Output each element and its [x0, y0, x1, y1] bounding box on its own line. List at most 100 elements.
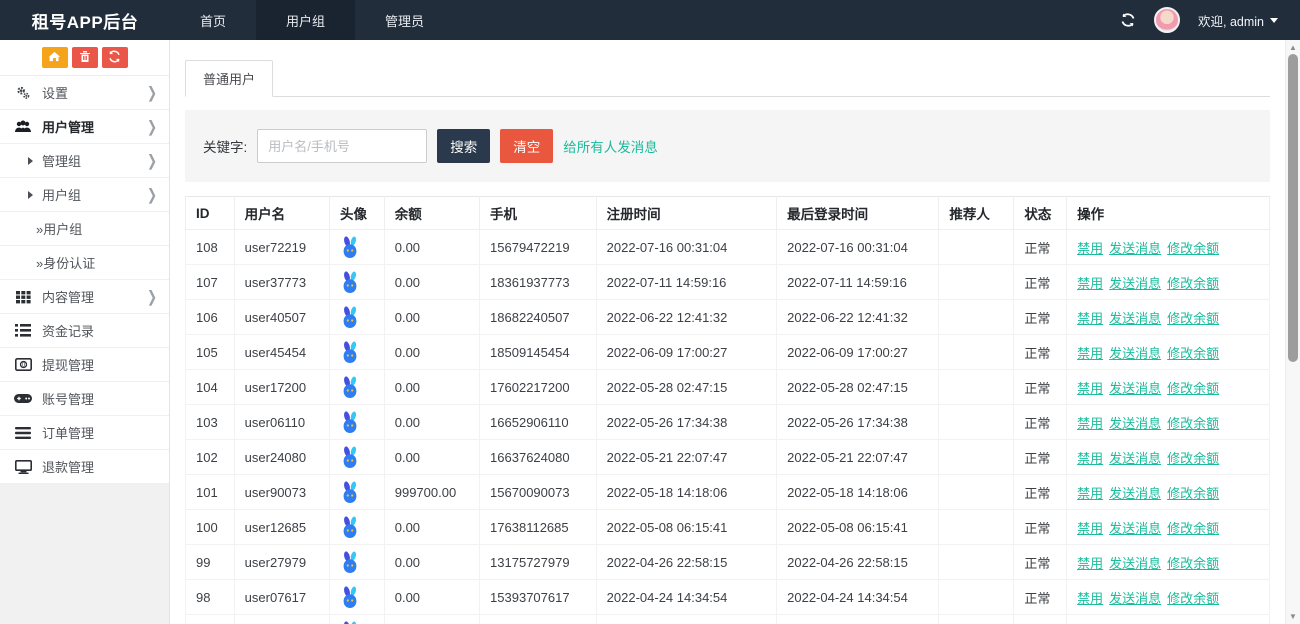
- tab-normal-users[interactable]: 普通用户: [185, 60, 273, 97]
- send-message-link[interactable]: 发送消息: [1109, 486, 1161, 501]
- cell-balance: [384, 615, 479, 624]
- edit-balance-link[interactable]: 修改余额: [1167, 521, 1219, 536]
- sidebar-item-3[interactable]: 用户组❯: [0, 178, 169, 212]
- cell-last_login: 2022-05-18 14:18:06: [777, 475, 939, 510]
- disable-link[interactable]: 禁用: [1077, 416, 1103, 431]
- broadcast-all-link[interactable]: 给所有人发消息: [563, 136, 658, 156]
- clear-button[interactable]: 清空: [500, 129, 553, 163]
- cell-status: 正常: [1014, 475, 1067, 510]
- cell-id: 100: [186, 510, 235, 545]
- search-panel: 关键字: 搜索 清空 给所有人发消息: [185, 110, 1270, 182]
- keyword-input[interactable]: [257, 129, 427, 163]
- send-message-link[interactable]: 发送消息: [1109, 381, 1161, 396]
- recycle-button[interactable]: [102, 47, 128, 68]
- sidebar-item-1[interactable]: 用户管理❯: [0, 110, 169, 144]
- disable-link[interactable]: 禁用: [1077, 381, 1103, 396]
- rabbit-avatar-icon: [340, 236, 374, 259]
- sidebar-item-label: »用户组: [36, 219, 82, 238]
- sidebar-item-label: 用户组: [42, 185, 81, 204]
- refresh-icon[interactable]: [1120, 12, 1136, 28]
- sidebar-item-7[interactable]: 资金记录: [0, 314, 169, 348]
- cell-status: 正常: [1014, 440, 1067, 475]
- cell-avatar: [329, 615, 384, 624]
- scroll-up-icon[interactable]: ▲: [1289, 43, 1297, 52]
- disable-link[interactable]: 禁用: [1077, 486, 1103, 501]
- disable-link[interactable]: 禁用: [1077, 346, 1103, 361]
- nav-tab-home[interactable]: 首页: [170, 0, 256, 40]
- edit-balance-link[interactable]: 修改余额: [1167, 241, 1219, 256]
- send-message-link[interactable]: 发送消息: [1109, 276, 1161, 291]
- disable-link[interactable]: 禁用: [1077, 451, 1103, 466]
- send-message-link[interactable]: 发送消息: [1109, 311, 1161, 326]
- disable-link[interactable]: 禁用: [1077, 556, 1103, 571]
- table-row: 108user722190.00156794722192022-07-16 00…: [186, 230, 1270, 265]
- send-message-link[interactable]: 发送消息: [1109, 416, 1161, 431]
- cell-username: user90073: [234, 475, 329, 510]
- edit-balance-link[interactable]: 修改余额: [1167, 381, 1219, 396]
- send-message-link[interactable]: 发送消息: [1109, 591, 1161, 606]
- nav-tab-usergroup[interactable]: 用户组: [256, 0, 355, 40]
- scrollbar-thumb[interactable]: [1288, 54, 1298, 362]
- cell-avatar: [329, 335, 384, 370]
- edit-balance-link[interactable]: 修改余额: [1167, 276, 1219, 291]
- sidebar-item-10[interactable]: 订单管理: [0, 416, 169, 450]
- home-button[interactable]: [42, 47, 68, 68]
- sidebar-menu: 设置❯用户管理❯管理组❯用户组❯»用户组»身份认证内容管理❯资金记录0提现管理账…: [0, 76, 169, 484]
- scroll-down-icon[interactable]: ▼: [1289, 612, 1297, 621]
- edit-balance-link[interactable]: 修改余额: [1167, 591, 1219, 606]
- cell-username: [234, 615, 329, 624]
- sidebar-item-8[interactable]: 0提现管理: [0, 348, 169, 382]
- header-phone: 手机: [480, 197, 597, 230]
- edit-balance-link[interactable]: 修改余额: [1167, 486, 1219, 501]
- nav-tab-admin[interactable]: 管理员: [355, 0, 454, 40]
- rabbit-avatar-icon: [340, 341, 374, 364]
- send-message-link[interactable]: 发送消息: [1109, 521, 1161, 536]
- sidebar-item-label: 提现管理: [42, 355, 94, 374]
- rabbit-avatar-icon: [340, 586, 374, 609]
- chevron-right-icon: ❯: [147, 83, 157, 101]
- disable-link[interactable]: 禁用: [1077, 241, 1103, 256]
- cell-actions: 禁用发送消息修改余额: [1067, 510, 1270, 545]
- send-message-link[interactable]: 发送消息: [1109, 556, 1161, 571]
- sidebar-item-11[interactable]: 退款管理: [0, 450, 169, 484]
- disable-link[interactable]: 禁用: [1077, 591, 1103, 606]
- chevron-right-icon: ❯: [147, 287, 157, 305]
- send-message-link[interactable]: 发送消息: [1109, 451, 1161, 466]
- send-message-link[interactable]: 发送消息: [1109, 346, 1161, 361]
- sidebar-item-4[interactable]: »用户组: [0, 212, 169, 246]
- trash-button[interactable]: [72, 47, 98, 68]
- sidebar-item-0[interactable]: 设置❯: [0, 76, 169, 110]
- cell-actions: 禁用发送消息修改余额: [1067, 370, 1270, 405]
- cell-phone: 16637624080: [480, 440, 597, 475]
- users-icon: [12, 120, 34, 134]
- edit-balance-link[interactable]: 修改余额: [1167, 416, 1219, 431]
- cell-phone: 17602217200: [480, 370, 597, 405]
- cell-username: user24080: [234, 440, 329, 475]
- sidebar-item-6[interactable]: 内容管理❯: [0, 280, 169, 314]
- cell-actions: 禁用发送消息修改余额: [1067, 335, 1270, 370]
- cell-actions: 禁用发送消息修改余额: [1067, 545, 1270, 580]
- sidebar-item-2[interactable]: 管理组❯: [0, 144, 169, 178]
- cell-phone: [480, 615, 597, 624]
- send-message-link[interactable]: 发送消息: [1109, 241, 1161, 256]
- rabbit-avatar-icon: [340, 621, 374, 624]
- edit-balance-link[interactable]: 修改余额: [1167, 346, 1219, 361]
- edit-balance-link[interactable]: 修改余额: [1167, 311, 1219, 326]
- sidebar-item-5[interactable]: »身份认证: [0, 246, 169, 280]
- user-avatar[interactable]: [1154, 7, 1180, 33]
- cell-referrer: [939, 545, 1014, 580]
- edit-balance-link[interactable]: 修改余额: [1167, 451, 1219, 466]
- cell-status: 正常: [1014, 545, 1067, 580]
- welcome-dropdown[interactable]: 欢迎, admin: [1198, 11, 1278, 30]
- search-button[interactable]: 搜索: [437, 129, 490, 163]
- disable-link[interactable]: 禁用: [1077, 311, 1103, 326]
- sidebar-item-9[interactable]: 账号管理: [0, 382, 169, 416]
- disable-link[interactable]: 禁用: [1077, 276, 1103, 291]
- edit-balance-link[interactable]: 修改余额: [1167, 556, 1219, 571]
- cell-avatar: [329, 370, 384, 405]
- disable-link[interactable]: 禁用: [1077, 521, 1103, 536]
- cell-registered: [596, 615, 776, 624]
- rabbit-avatar-icon: [340, 446, 374, 469]
- cell-last_login: [777, 615, 939, 624]
- vertical-scrollbar[interactable]: ▲ ▼: [1285, 40, 1300, 624]
